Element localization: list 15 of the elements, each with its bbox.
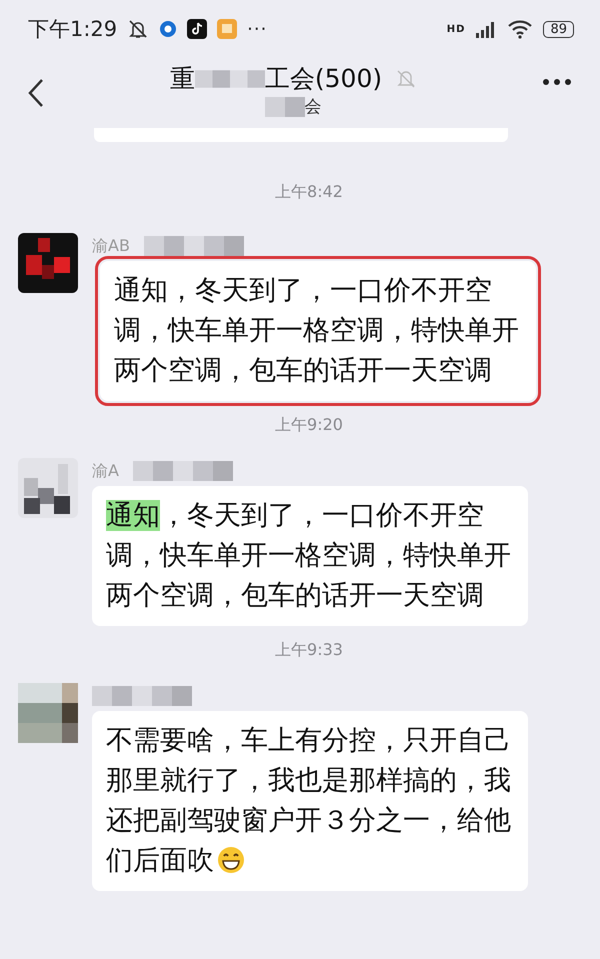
message-text: 不需要啥，车上有分控，只开自己那里就行了，我也是那样搞的，我还把副驾驶窗户开３分之一，给他们后面吹 — [106, 724, 512, 878]
message-text: 通知，冬天到了，一口价不开空调，快车单开一格空调，特快单开两个空调，包车的话开一天空调 — [114, 274, 520, 388]
more-notifications: ··· — [247, 18, 268, 40]
timestamp: 上午8:42 — [275, 182, 343, 203]
group-title: 重 — [170, 63, 195, 95]
timestamp: 上午9:33 — [275, 640, 343, 661]
group-title: 工会(500) — [264, 63, 382, 95]
battery-level: 89 — [543, 20, 574, 38]
sender-name: 渝AB — [92, 236, 130, 256]
network-label: HD — [446, 24, 466, 34]
timestamp: 上午9:20 — [275, 415, 343, 436]
sender-name: 渝A — [92, 460, 119, 482]
group-subtitle: 会 — [304, 96, 322, 118]
message-text: 通知，冬天到了，一口价不开空调，快车单开一格空调，特快单开两个空调，包车的话开一天空调 — [106, 499, 512, 613]
status-time: 下午1:29 — [28, 16, 118, 43]
